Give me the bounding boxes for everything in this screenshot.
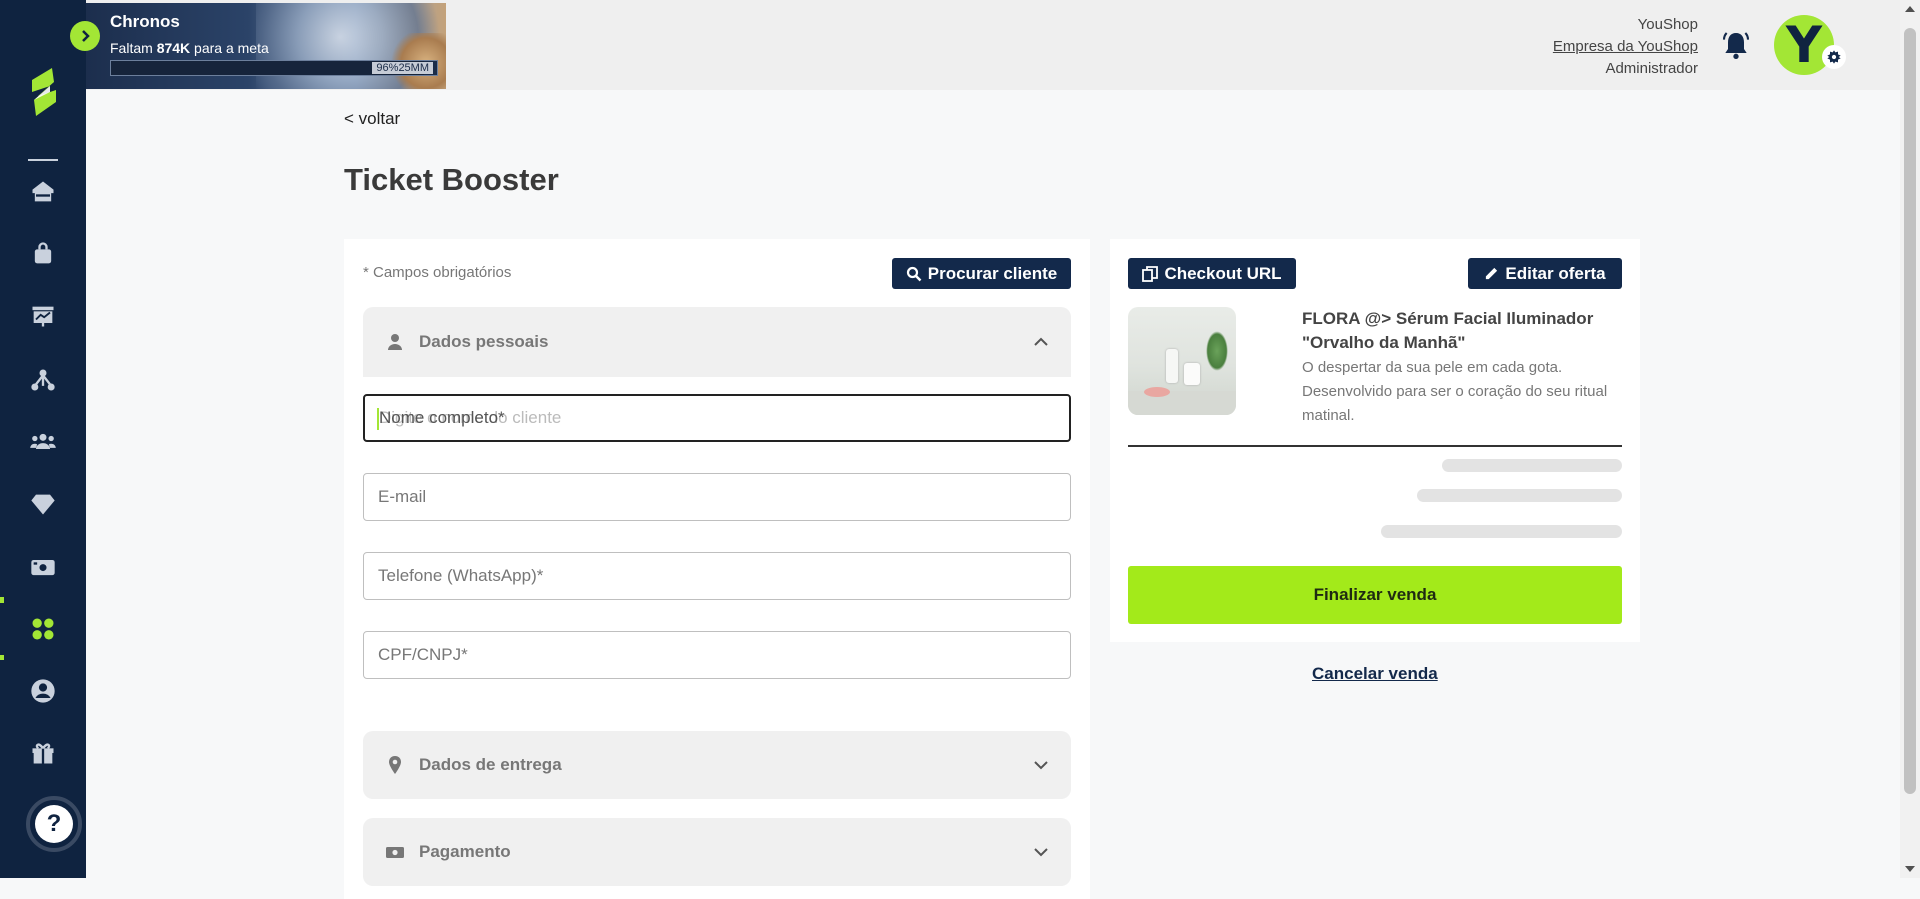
phone-field[interactable]: Telefone (WhatsApp)* <box>363 552 1071 600</box>
name-field[interactable]: Digite o nome do cliente Nome completo* <box>363 394 1071 442</box>
store-name: YouShop <box>1637 16 1698 33</box>
section-personal-title: Dados pessoais <box>419 332 549 351</box>
summary-divider <box>1128 445 1622 447</box>
sidebar-item-reports[interactable] <box>0 290 86 342</box>
scrollbar-thumb[interactable] <box>1904 28 1916 794</box>
loading-placeholder <box>1381 525 1622 538</box>
offer-summary-card: Checkout URL Editar oferta FLORA @> Séru… <box>1110 239 1640 642</box>
chevron-down-icon[interactable] <box>1033 757 1049 773</box>
home-icon <box>32 181 54 202</box>
sidebar-item-profile[interactable] <box>0 665 86 717</box>
chart-board-icon <box>32 306 54 327</box>
sidebar-item-clients[interactable] <box>0 416 86 468</box>
goal-progress-bar: 96%25MM <box>110 60 438 76</box>
checkout-url-button[interactable]: Checkout URL <box>1128 258 1296 289</box>
sidebar-item-finance[interactable] <box>0 541 86 593</box>
section-delivery-title: Dados de entrega <box>419 755 562 774</box>
phone-field-label: Telefone (WhatsApp)* <box>378 566 544 585</box>
loading-placeholder <box>1417 489 1622 502</box>
user-circle-icon <box>31 679 55 703</box>
sidebar-item-apps[interactable] <box>0 603 86 655</box>
bag-icon <box>34 242 52 264</box>
sidebar <box>0 0 86 878</box>
product-description: O despertar da sua pele em cada gota. De… <box>1302 359 1608 424</box>
app-logo-icon[interactable] <box>22 66 64 118</box>
avatar[interactable]: Y <box>1774 15 1834 75</box>
email-field-label: E-mail <box>378 487 427 506</box>
company-link[interactable]: Empresa da YouShop <box>1553 36 1698 58</box>
money-icon <box>386 847 404 858</box>
person-icon <box>388 334 402 350</box>
banner-subtitle: Faltam 874K para a meta <box>110 40 269 56</box>
client-form-card: * Campos obrigatórios Procurar cliente D… <box>344 239 1090 899</box>
banner-amount: 874K <box>156 40 191 56</box>
settings-gear-icon[interactable] <box>1822 45 1846 69</box>
help-icon: ? <box>35 805 73 843</box>
copy-icon <box>1142 265 1159 282</box>
sidebar-item-home[interactable] <box>0 166 86 218</box>
edit-offer-button[interactable]: Editar oferta <box>1468 258 1622 289</box>
chevron-right-icon <box>82 30 90 42</box>
loading-placeholder <box>1442 459 1622 472</box>
section-delivery-data[interactable]: Dados de entrega <box>363 731 1071 799</box>
user-info: YouShop Empresa da YouShop Administrador <box>1553 14 1698 80</box>
location-pin-icon <box>389 756 401 774</box>
cash-icon <box>31 560 55 576</box>
gift-icon <box>32 743 54 764</box>
sidebar-item-rewards[interactable] <box>0 727 86 779</box>
banner-expand-button[interactable] <box>70 21 100 51</box>
scroll-up-arrow-icon[interactable] <box>1905 6 1915 12</box>
document-field-label: CPF/CNPJ* <box>378 645 468 664</box>
back-link[interactable]: < voltar <box>344 109 400 129</box>
scroll-down-arrow-icon[interactable] <box>1905 866 1915 872</box>
search-client-label: Procurar cliente <box>927 263 1058 283</box>
cancel-sale-link[interactable]: Cancelar venda <box>1312 664 1438 684</box>
page-title: Ticket Booster <box>344 162 559 197</box>
help-button[interactable]: ? <box>26 796 82 852</box>
edit-offer-label: Editar oferta <box>1505 263 1606 283</box>
network-icon <box>31 369 55 391</box>
users-icon <box>30 433 56 449</box>
user-role: Administrador <box>1605 60 1698 77</box>
email-field[interactable]: E-mail <box>363 473 1071 521</box>
diamond-icon <box>31 494 55 515</box>
goal-progress-label: 96%25MM <box>372 62 433 74</box>
finalize-sale-button[interactable]: Finalizar venda <box>1128 566 1622 624</box>
required-fields-note: * Campos obrigatórios <box>363 264 512 281</box>
banner-title: Chronos <box>110 12 180 31</box>
section-payment-title: Pagamento <box>419 842 511 861</box>
apps-grid-icon <box>32 618 54 640</box>
sidebar-divider <box>28 159 58 161</box>
name-field-label: Nome completo* <box>379 408 505 427</box>
search-client-button[interactable]: Procurar cliente <box>892 258 1071 289</box>
notifications-bell-icon[interactable] <box>1720 28 1752 62</box>
product-name: FLORA @> Sérum Facial Iluminador "Orvalh… <box>1302 309 1594 352</box>
chevron-up-icon[interactable] <box>1033 334 1049 350</box>
checkout-url-label: Checkout URL <box>1164 263 1282 283</box>
sidebar-item-affiliates[interactable] <box>0 354 86 406</box>
chevron-down-icon[interactable] <box>1033 844 1049 860</box>
section-payment[interactable]: Pagamento <box>363 818 1071 886</box>
product-image <box>1128 307 1236 415</box>
sidebar-item-premium[interactable] <box>0 478 86 530</box>
sidebar-item-products[interactable] <box>0 228 86 280</box>
page-scrollbar[interactable] <box>1900 0 1920 878</box>
section-personal-data[interactable]: Dados pessoais <box>363 307 1071 377</box>
document-field[interactable]: CPF/CNPJ* <box>363 631 1071 679</box>
search-icon <box>906 266 922 281</box>
pencil-icon <box>1486 267 1498 280</box>
